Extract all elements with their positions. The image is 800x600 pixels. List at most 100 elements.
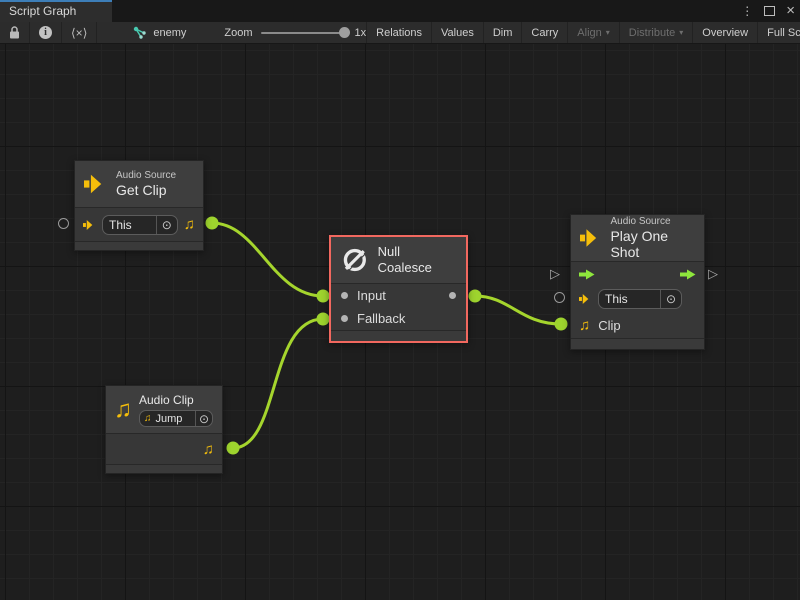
zoom-label: Zoom: [224, 27, 252, 39]
graph-reference[interactable]: enemy: [123, 22, 196, 43]
field-value: This: [599, 292, 660, 306]
button-label: Values: [441, 27, 474, 39]
zoom-slider[interactable]: [261, 32, 347, 34]
audio-clip-object-field[interactable]: ♫ Jump ⊙: [139, 410, 213, 427]
button-label: Dim: [493, 27, 513, 39]
control-flow-row: [571, 262, 704, 286]
node-category: Audio Source: [610, 216, 695, 228]
preview-code-button[interactable]: ⟨×⟩: [62, 22, 97, 43]
node-footer: [571, 339, 704, 349]
chevron-down-icon: ▾: [606, 28, 610, 37]
this-object-field[interactable]: This ⊙: [598, 289, 682, 309]
node-header: Audio Source Get Clip: [75, 161, 203, 207]
audio-clip-icon-small: ♫: [140, 413, 152, 424]
port-dot-fallback[interactable]: [317, 313, 330, 326]
info-icon: i: [39, 26, 52, 39]
tab-bar: Script Graph ⋮ ×: [0, 0, 800, 22]
wire-audioclip-to-fallback: [233, 319, 323, 448]
audio-clip-output-icon: ♫: [184, 217, 195, 232]
node-footer: [106, 465, 222, 473]
flow-in-arrow-icon[interactable]: [579, 269, 595, 280]
zoom-value: 1x: [355, 27, 367, 39]
relations-button[interactable]: Relations: [366, 22, 431, 43]
fallback-port-row: Fallback: [331, 307, 466, 330]
node-port-row: This ⊙ ♫: [75, 208, 203, 241]
node-header: Audio Source Play One Shot: [571, 215, 704, 261]
graph-toolbar: i ⟨×⟩ enemy Zoom 1x Relations Values Dim…: [0, 22, 800, 44]
lock-button[interactable]: [0, 22, 30, 43]
chevron-down-icon: ▾: [679, 28, 683, 37]
node-title: Get Clip: [116, 182, 176, 198]
tab-script-graph[interactable]: Script Graph: [0, 0, 112, 22]
port-circle-getclip-this[interactable]: [58, 218, 69, 229]
node-audio-clip[interactable]: ♫ Audio Clip ♫ Jump ⊙ ♫: [105, 385, 223, 474]
carry-button[interactable]: Carry: [521, 22, 567, 43]
port-dot-clip-in[interactable]: [555, 318, 568, 331]
fallback-port[interactable]: [341, 315, 348, 322]
audio-source-icon: [84, 173, 108, 195]
overview-button[interactable]: Overview: [692, 22, 757, 43]
port-dot-coalesce-out[interactable]: [469, 290, 482, 303]
zoom-control: Zoom 1x: [224, 22, 366, 43]
wire-getclip-to-input: [212, 223, 323, 296]
audio-clip-icon: ♫: [114, 398, 132, 422]
node-port-row: This ⊙: [571, 286, 704, 312]
output-port-row: ♫: [106, 434, 222, 464]
more-menu-icon[interactable]: ⋮: [741, 4, 753, 18]
port-triangle-flow-out[interactable]: ▷: [708, 267, 718, 280]
node-play-one-shot[interactable]: Audio Source Play One Shot This ⊙ ♫: [570, 214, 705, 350]
graph-icon: [133, 26, 147, 39]
maximize-icon[interactable]: [764, 6, 775, 16]
input-port[interactable]: [341, 292, 348, 299]
align-button[interactable]: Align ▾: [567, 22, 618, 43]
input-port-row: Input: [331, 284, 466, 307]
audio-clip-output-icon: ♫: [203, 442, 214, 457]
node-null-coalesce[interactable]: Null Coalesce Input Fallback: [329, 235, 468, 343]
port-dot-input[interactable]: [317, 290, 330, 303]
null-coalesce-icon: [340, 245, 370, 275]
object-picker-icon[interactable]: ⊙: [156, 216, 177, 234]
audio-clip-input-icon: ♫: [579, 318, 590, 333]
button-label: Align: [577, 27, 601, 39]
zoom-slider-handle[interactable]: [339, 27, 350, 38]
object-picker-icon[interactable]: ⊙: [195, 411, 212, 426]
node-header: ♫ Audio Clip ♫ Jump ⊙: [106, 386, 222, 433]
button-label: Full Screen: [767, 27, 800, 39]
button-label: Overview: [702, 27, 748, 39]
info-button[interactable]: i: [30, 22, 62, 43]
values-button[interactable]: Values: [431, 22, 483, 43]
full-screen-button[interactable]: Full Screen: [757, 22, 800, 43]
code-icon: ⟨×⟩: [71, 26, 87, 40]
field-value: This: [103, 218, 156, 232]
button-label: Carry: [531, 27, 558, 39]
port-dot-getclip-out[interactable]: [206, 217, 219, 230]
node-title: Null Coalesce: [378, 244, 457, 276]
close-icon[interactable]: ×: [786, 6, 795, 16]
port-circle-playoneshot-this[interactable]: [554, 292, 565, 303]
port-label: Clip: [598, 318, 620, 333]
port-triangle-flow-in[interactable]: ▷: [550, 267, 560, 280]
button-label: Relations: [376, 27, 422, 39]
node-footer: [331, 331, 466, 341]
window-controls: ⋮ ×: [741, 0, 795, 22]
node-title: Audio Clip: [139, 392, 213, 408]
speaker-icon: [579, 293, 592, 305]
port-label: Input: [357, 288, 386, 303]
dim-button[interactable]: Dim: [483, 22, 522, 43]
flow-out-arrow-icon[interactable]: [680, 269, 696, 280]
field-value: Jump: [152, 413, 195, 425]
port-dot-audioclip-out[interactable]: [227, 442, 240, 455]
tab-title: Script Graph: [9, 4, 76, 18]
node-get-clip[interactable]: Audio Source Get Clip This ⊙ ♫: [74, 160, 204, 251]
object-picker-icon[interactable]: ⊙: [660, 290, 681, 308]
this-object-field[interactable]: This ⊙: [102, 215, 178, 235]
distribute-button[interactable]: Distribute ▾: [619, 22, 692, 43]
port-label: Fallback: [357, 311, 405, 326]
result-port[interactable]: [449, 292, 456, 299]
node-header: Null Coalesce: [331, 237, 466, 283]
speaker-icon: [83, 219, 96, 231]
graph-name: enemy: [153, 27, 186, 39]
button-label: Distribute: [629, 27, 675, 39]
graph-canvas[interactable]: ▷ ▷ Audio Source Get Clip This ⊙ ♫: [0, 44, 800, 600]
audio-source-icon: [580, 227, 602, 249]
